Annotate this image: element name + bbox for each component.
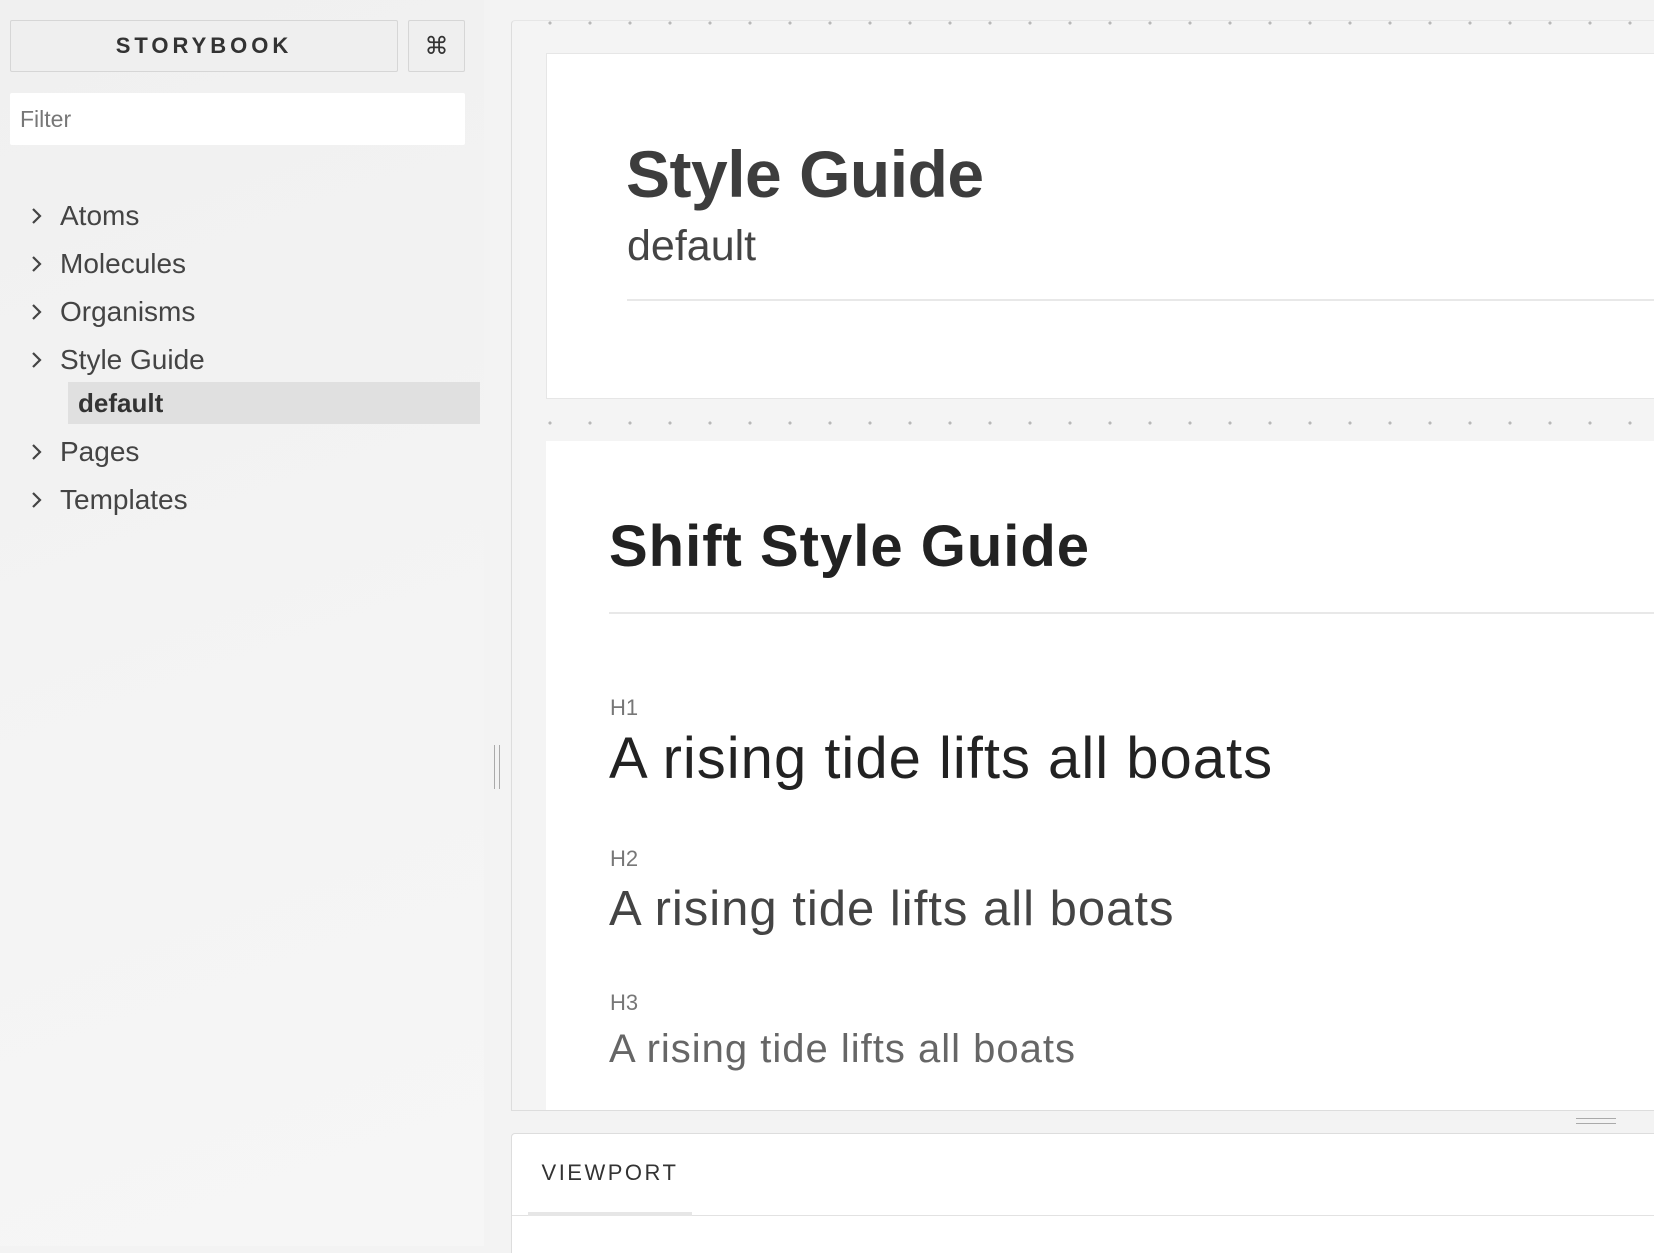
style-guide-content: Shift Style Guide H1 A rising tide lifts…: [546, 441, 1654, 1110]
tree-item-templates[interactable]: Templates: [30, 476, 480, 524]
tree-item-organisms[interactable]: Organisms: [30, 288, 480, 336]
tree-item-style-guide[interactable]: Style Guide: [30, 336, 480, 384]
chevron-right-icon: [30, 206, 60, 226]
tree-item-atoms[interactable]: Atoms: [30, 192, 480, 240]
tree-item-label: Molecules: [60, 248, 187, 279]
tree-item-label: Atoms: [60, 200, 140, 231]
type-sample-label-h2: H2: [610, 846, 639, 871]
tree-item-molecules[interactable]: Molecules: [30, 240, 480, 288]
storybook-brand-button[interactable]: STORYBOOK: [10, 20, 398, 72]
type-sample-h3: A rising tide lifts all boats: [609, 1027, 1076, 1071]
divider: [609, 612, 1654, 614]
type-sample-h2: A rising tide lifts all boats: [609, 882, 1175, 936]
tree-item-label: Style Guide: [60, 344, 205, 375]
story-info-header: Style Guide default: [546, 53, 1654, 399]
tree-item-pages[interactable]: Pages: [30, 428, 480, 476]
addons-panel: VIEWPORT: [511, 1133, 1654, 1253]
tree-item-label: Templates: [60, 484, 188, 515]
page-heading: Shift Style Guide: [609, 514, 1091, 579]
type-sample-h1: A rising tide lifts all boats: [609, 726, 1274, 791]
keyboard-shortcuts-button[interactable]: ⌘: [408, 20, 465, 72]
tab-viewport[interactable]: VIEWPORT: [528, 1134, 692, 1216]
tree-item-label: Organisms: [60, 296, 196, 327]
chevron-right-icon: [30, 302, 60, 322]
story-default-selected[interactable]: default: [68, 382, 480, 424]
chevron-right-icon: [30, 350, 60, 370]
story-name: default: [627, 222, 757, 270]
sidebar: STORYBOOK ⌘ Atoms Molecules Organisms: [0, 0, 484, 1246]
chevron-right-icon: [30, 442, 60, 462]
preview-iframe: Style Guide default Shift Style Guide H1…: [511, 20, 1654, 1111]
addons-resize-handle[interactable]: [1576, 1116, 1616, 1126]
story-title: Style Guide: [626, 137, 984, 211]
tree-item-label: Pages: [60, 436, 140, 467]
type-sample-label-h1: H1: [610, 695, 639, 720]
chevron-right-icon: [30, 254, 60, 274]
chevron-right-icon: [30, 490, 60, 510]
command-icon: ⌘: [424, 32, 449, 60]
story-tree: Atoms Molecules Organisms Style Guide de…: [30, 192, 480, 524]
divider: [627, 299, 1654, 301]
sidebar-resize-handle[interactable]: [492, 745, 502, 789]
addons-tab-bar: VIEWPORT: [512, 1134, 1654, 1216]
type-sample-label-h3: H3: [610, 990, 639, 1015]
filter-input[interactable]: [10, 93, 465, 145]
